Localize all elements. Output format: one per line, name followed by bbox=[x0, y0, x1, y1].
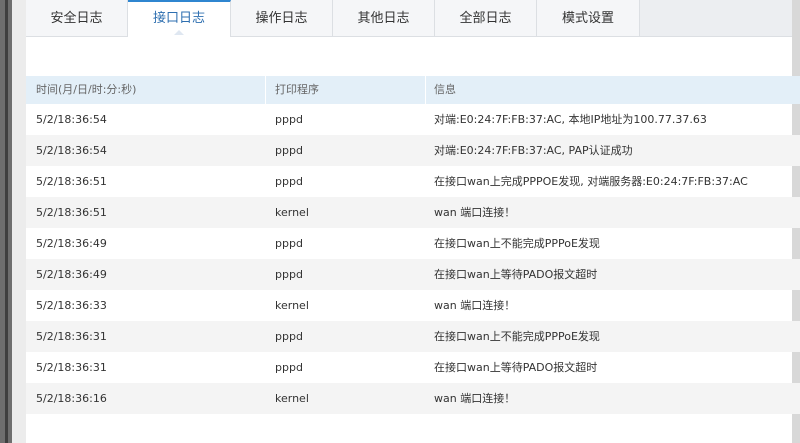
cell-info: 在接口wan上完成PPPOE发现, 对端服务器:E0:24:7F:FB:37:A… bbox=[434, 175, 748, 188]
tab-label: 安全日志 bbox=[50, 11, 103, 26]
table-row: 5/2/18:36:49 pppd 在接口wan上等待PADO报文超时 bbox=[26, 259, 800, 290]
table-row: 5/2/18:36:16 kernel wan 端口连接！ bbox=[26, 383, 800, 414]
cell-time: 5/2/18:36:31 bbox=[36, 330, 107, 343]
window-left-border bbox=[5, 0, 8, 443]
table-row: 5/2/18:36:33 kernel wan 端口连接！ bbox=[26, 290, 800, 321]
table-row: 5/2/18:36:54 pppd 对端:E0:24:7F:FB:37:AC, … bbox=[26, 104, 800, 135]
tab-label: 模式设置 bbox=[561, 11, 614, 26]
cell-info: 在接口wan上等待PADO报文超时 bbox=[434, 361, 598, 374]
cell-time: 5/2/18:36:51 bbox=[36, 175, 107, 188]
table-row: 5/2/18:36:51 kernel wan 端口连接！ bbox=[26, 197, 800, 228]
column-header-program: 打印程序 bbox=[275, 83, 319, 96]
cell-program: kernel bbox=[275, 299, 309, 312]
tab-operation-log[interactable]: 操作日志 bbox=[231, 0, 333, 36]
cell-time: 5/2/18:36:16 bbox=[36, 392, 107, 405]
tab-label: 其他日志 bbox=[357, 11, 410, 26]
cell-info: 在接口wan上不能完成PPPoE发现 bbox=[434, 237, 600, 250]
table-row: 5/2/18:36:49 pppd 在接口wan上不能完成PPPoE发现 bbox=[26, 228, 800, 259]
cell-info: 在接口wan上等待PADO报文超时 bbox=[434, 268, 598, 281]
cell-program: pppd bbox=[275, 175, 303, 188]
cell-program: pppd bbox=[275, 330, 303, 343]
table-header: 时间(月/日/时:分:秒) 打印程序 信息 bbox=[26, 76, 800, 104]
cell-time: 5/2/18:36:49 bbox=[36, 237, 107, 250]
column-divider bbox=[425, 76, 426, 104]
cell-info: 在接口wan上不能完成PPPoE发现 bbox=[434, 330, 600, 343]
table-row: 5/2/18:36:31 pppd 在接口wan上等待PADO报文超时 bbox=[26, 352, 800, 383]
tab-label: 操作日志 bbox=[255, 11, 308, 26]
cell-info: wan 端口连接！ bbox=[434, 392, 516, 405]
cell-time: 5/2/18:36:54 bbox=[36, 113, 107, 126]
cell-info: 对端:E0:24:7F:FB:37:AC, PAP认证成功 bbox=[434, 144, 633, 157]
tab-interface-log[interactable]: 接口日志 bbox=[128, 0, 231, 37]
cell-program: pppd bbox=[275, 268, 303, 281]
cell-time: 5/2/18:36:33 bbox=[36, 299, 107, 312]
cell-time: 5/2/18:36:31 bbox=[36, 361, 107, 374]
tab-label: 接口日志 bbox=[152, 11, 205, 26]
cell-time: 5/2/18:36:49 bbox=[36, 268, 107, 281]
column-header-info: 信息 bbox=[434, 83, 456, 96]
cell-program: pppd bbox=[275, 361, 303, 374]
window-left-edge bbox=[0, 0, 12, 443]
column-header-time: 时间(月/日/时:分:秒) bbox=[36, 83, 137, 96]
log-table: 时间(月/日/时:分:秒) 打印程序 信息 5/2/18:36:54 pppd … bbox=[26, 76, 800, 414]
tab-security-log[interactable]: 安全日志 bbox=[26, 0, 128, 36]
cell-info: 对端:E0:24:7F:FB:37:AC, 本地IP地址为100.77.37.6… bbox=[434, 113, 707, 126]
active-tab-indicator-icon bbox=[174, 30, 184, 35]
tab-bar-filler bbox=[640, 0, 792, 36]
cell-program: kernel bbox=[275, 392, 309, 405]
cell-program: pppd bbox=[275, 144, 303, 157]
cell-time: 5/2/18:36:54 bbox=[36, 144, 107, 157]
table-row: 5/2/18:36:51 pppd 在接口wan上完成PPPOE发现, 对端服务… bbox=[26, 166, 800, 197]
tab-label: 全部日志 bbox=[459, 11, 512, 26]
log-panel: 安全日志 接口日志 操作日志 其他日志 全部日志 模式设置 时间(月/日/时:分… bbox=[26, 0, 800, 443]
tab-bar: 安全日志 接口日志 操作日志 其他日志 全部日志 模式设置 bbox=[26, 0, 792, 37]
table-row: 5/2/18:36:54 pppd 对端:E0:24:7F:FB:37:AC, … bbox=[26, 135, 800, 166]
table-row: 5/2/18:36:31 pppd 在接口wan上不能完成PPPoE发现 bbox=[26, 321, 800, 352]
cell-time: 5/2/18:36:51 bbox=[36, 206, 107, 219]
cell-program: pppd bbox=[275, 113, 303, 126]
tab-other-log[interactable]: 其他日志 bbox=[333, 0, 435, 36]
column-divider bbox=[265, 76, 266, 104]
cell-program: pppd bbox=[275, 237, 303, 250]
cell-info: wan 端口连接！ bbox=[434, 206, 516, 219]
cell-info: wan 端口连接！ bbox=[434, 299, 516, 312]
tab-all-log[interactable]: 全部日志 bbox=[435, 0, 537, 36]
tab-mode-settings[interactable]: 模式设置 bbox=[537, 0, 640, 36]
cell-program: kernel bbox=[275, 206, 309, 219]
